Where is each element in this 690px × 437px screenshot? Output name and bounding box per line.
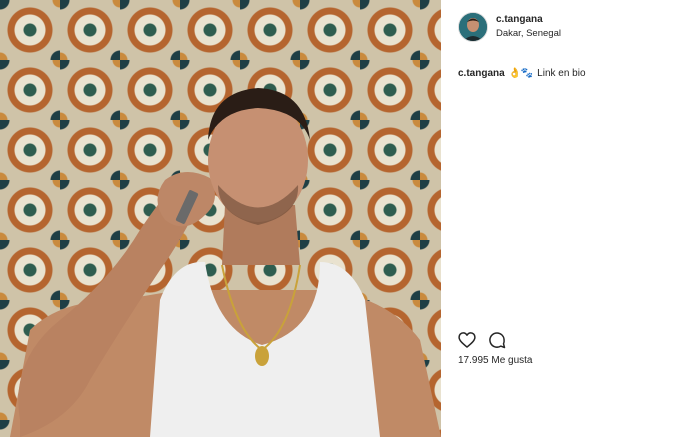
avatar-image <box>459 13 487 41</box>
likes-count[interactable]: 17.995 Me gusta <box>458 355 533 366</box>
avatar[interactable] <box>458 12 488 42</box>
caption-text: Link en bio <box>537 68 586 79</box>
heart-icon[interactable] <box>457 330 477 350</box>
post-username[interactable]: c.tangana <box>496 14 543 25</box>
post-photo[interactable] <box>0 0 441 437</box>
comment-icon[interactable] <box>487 330 507 350</box>
post-photo-figure <box>10 88 441 437</box>
post-caption: c.tangana 👌🐾 Link en bio <box>458 68 586 79</box>
post-location[interactable]: Dakar, Senegal <box>496 28 561 39</box>
post-sidebar <box>441 0 690 437</box>
caption-username[interactable]: c.tangana <box>458 68 505 79</box>
caption-emojis: 👌🐾 <box>508 68 534 79</box>
